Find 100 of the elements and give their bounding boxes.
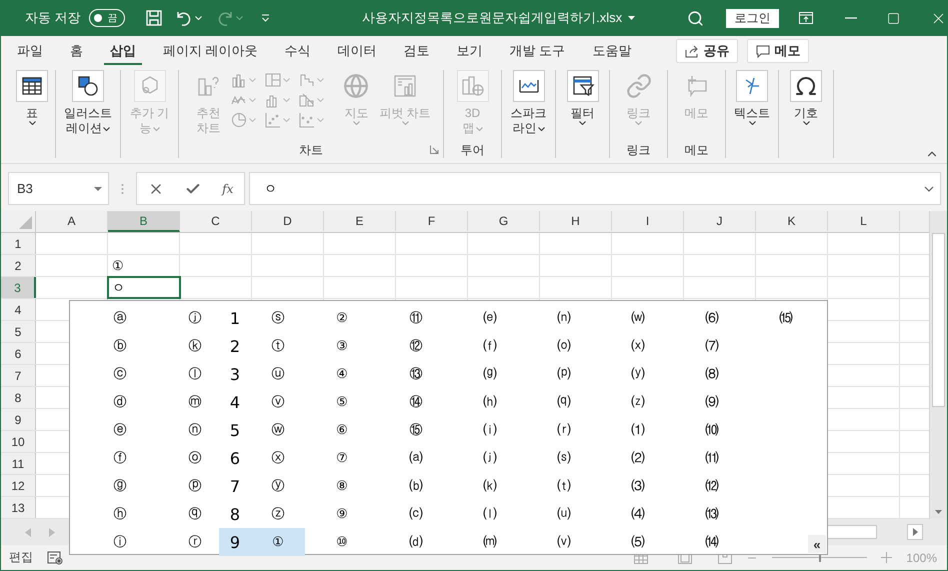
candidate-symbol[interactable]: ⑦: [305, 444, 379, 472]
column-header[interactable]: J: [684, 211, 756, 232]
candidate-symbol[interactable]: ⓕ: [83, 444, 157, 472]
ribbon-tab[interactable]: 홈: [64, 38, 89, 64]
candidate-symbol[interactable]: ⒜: [379, 444, 453, 472]
candidate-symbol[interactable]: ⓔ: [83, 416, 157, 444]
candidate-symbol[interactable]: ③: [305, 332, 379, 360]
candidate-symbol[interactable]: ⓚ: [157, 332, 219, 360]
candidate-symbol[interactable]: ⒝: [379, 472, 453, 500]
candidate-symbol[interactable]: ⓜ: [157, 388, 219, 416]
candidate-symbol[interactable]: ⒭: [527, 416, 601, 444]
candidate-symbol[interactable]: ⒣: [453, 388, 527, 416]
candidate-symbol[interactable]: ⒁: [675, 528, 749, 556]
candidate-symbol[interactable]: ⑵: [601, 444, 675, 472]
row-header[interactable]: 9: [1, 409, 36, 430]
share-button[interactable]: 공유: [676, 39, 738, 63]
candidate-symbol[interactable]: ⑮: [379, 416, 453, 444]
candidate-symbol[interactable]: ⑽: [675, 416, 749, 444]
candidate-symbol[interactable]: ⑭: [379, 388, 453, 416]
candidate-symbol[interactable]: ⒬: [527, 388, 601, 416]
candidate-symbol[interactable]: ⓗ: [83, 500, 157, 528]
candidate-symbol[interactable]: ⑺: [675, 332, 749, 360]
candidate-symbol[interactable]: ⓠ: [157, 500, 219, 528]
ribbon-tab[interactable]: 데이터: [332, 38, 383, 64]
candidate-symbol[interactable]: ⑬: [379, 360, 453, 388]
column-header[interactable]: I: [612, 211, 684, 232]
row-header[interactable]: 1: [1, 233, 36, 254]
row-header[interactable]: 11: [1, 453, 36, 474]
column-header[interactable]: L: [828, 211, 900, 232]
name-box[interactable]: B3: [8, 172, 109, 205]
column-header[interactable]: C: [180, 211, 252, 232]
minimize-button[interactable]: [845, 17, 857, 19]
candidate-symbol[interactable]: ⓧ: [251, 444, 305, 472]
row-header[interactable]: 4: [1, 299, 36, 320]
candidate-symbol[interactable]: ⒯: [527, 472, 601, 500]
candidate-symbol[interactable]: ⒳: [601, 332, 675, 360]
redo-button[interactable]: [216, 9, 244, 27]
candidate-symbol[interactable]: ⓖ: [83, 472, 157, 500]
ribbon-tab[interactable]: 도움말: [586, 38, 638, 64]
row-header[interactable]: 7: [1, 365, 36, 386]
candidate-symbol[interactable]: ⒰: [527, 500, 601, 528]
candidate-symbol[interactable]: ④: [305, 360, 379, 388]
candidate-symbol[interactable]: ⒨: [453, 528, 527, 556]
candidate-symbol[interactable]: ⒞: [379, 500, 453, 528]
candidate-symbol[interactable]: ⓛ: [157, 360, 219, 388]
candidate-symbol[interactable]: ⒧: [453, 500, 527, 528]
candidate-symbol[interactable]: ⒪: [527, 332, 601, 360]
ribbon-tab[interactable]: 개발 도구: [504, 38, 572, 64]
candidate-symbol[interactable]: ⓨ: [251, 472, 305, 500]
candidate-symbol[interactable]: ⑥: [305, 416, 379, 444]
candidate-symbol[interactable]: ⑹: [675, 304, 749, 332]
file-name[interactable]: 사용자지정목록으로원문자쉽게입력하기.xlsx: [362, 9, 636, 27]
candidate-symbol[interactable]: ⓣ: [251, 332, 305, 360]
sparkline-button[interactable]: 스파크 라인: [510, 70, 546, 136]
candidate-symbol[interactable]: ⒵: [601, 388, 675, 416]
column-header[interactable]: H: [540, 211, 612, 232]
candidate-symbol[interactable]: ⒫: [527, 360, 601, 388]
previous-sheet-icon[interactable]: [25, 528, 31, 536]
candidate-symbol[interactable]: ⒱: [527, 528, 601, 556]
candidate-symbol[interactable]: ⒠: [453, 304, 527, 332]
login-button[interactable]: 로그인: [726, 8, 779, 28]
row-header[interactable]: 12: [1, 475, 36, 496]
scroll-right-icon[interactable]: [907, 524, 923, 540]
column-header[interactable]: E: [324, 211, 396, 232]
formula-field[interactable]: ㅇ: [249, 172, 941, 205]
row-header[interactable]: 6: [1, 343, 36, 364]
candidate-symbol[interactable]: ⓢ: [251, 304, 305, 332]
column-header[interactable]: B: [108, 211, 180, 232]
autosave-toggle[interactable]: 끔: [88, 9, 126, 27]
macro-record-icon[interactable]: [47, 550, 63, 564]
candidate-symbol[interactable]: ⓐ: [83, 304, 157, 332]
ribbon-display-button[interactable]: [799, 12, 813, 24]
candidate-symbol[interactable]: ⓑ: [83, 332, 157, 360]
candidate-symbol[interactable]: ⑩: [305, 528, 379, 556]
candidate-symbol[interactable]: ⒀: [675, 500, 749, 528]
candidate-symbol[interactable]: ⑸: [601, 528, 675, 556]
candidate-symbol[interactable]: ⒲: [601, 304, 675, 332]
row-header[interactable]: 8: [1, 387, 36, 408]
ribbon-tab[interactable]: 수식: [278, 38, 317, 64]
search-button[interactable]: [687, 10, 704, 26]
row-header[interactable]: 5: [1, 321, 36, 342]
candidate-symbol[interactable]: ⓙ: [157, 304, 219, 332]
candidate-symbol[interactable]: ⓩ: [251, 500, 305, 528]
candidate-symbol[interactable]: ⑧: [305, 472, 379, 500]
candidate-symbol[interactable]: ⑪: [379, 304, 453, 332]
candidate-symbol[interactable]: ⒟: [379, 528, 453, 556]
candidate-symbol[interactable]: ⑶: [601, 472, 675, 500]
dialog-launcher-icon[interactable]: [430, 145, 439, 154]
ribbon-tab[interactable]: 파일: [11, 38, 49, 64]
candidate-symbol[interactable]: ⓝ: [157, 416, 219, 444]
column-header[interactable]: D: [252, 211, 324, 232]
candidate-symbol[interactable]: ⓘ: [83, 528, 157, 556]
candidate-symbol[interactable]: ⓒ: [83, 360, 157, 388]
candidate-symbol[interactable]: ⑨: [305, 500, 379, 528]
candidate-symbol[interactable]: ⑿: [675, 472, 749, 500]
candidate-symbol[interactable]: ⓟ: [157, 472, 219, 500]
customize-button[interactable]: [261, 14, 270, 22]
expand-button[interactable]: «: [808, 535, 826, 553]
select-all-icon[interactable]: [19, 216, 32, 229]
next-sheet-icon[interactable]: [49, 528, 55, 536]
